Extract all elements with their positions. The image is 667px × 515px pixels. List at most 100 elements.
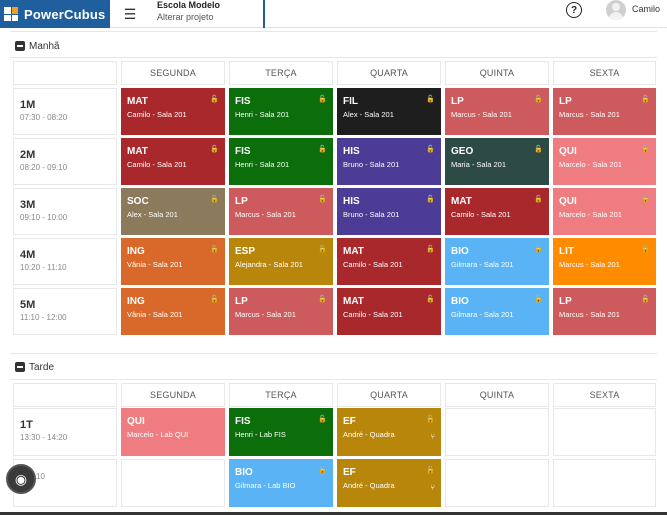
class-slot-geo[interactable]: GEO Maria - Sala 201 🔓 bbox=[445, 138, 549, 185]
class-slot-fil[interactable]: FIL Alex - Sala 201 🔓 bbox=[337, 88, 441, 135]
teacher-room: Camilo - Sala 201 bbox=[343, 260, 403, 269]
class-slot-mat[interactable]: MAT Camilo - Sala 201 🔓 bbox=[121, 138, 225, 185]
help-icon[interactable]: ? bbox=[566, 2, 582, 18]
period-time: 09:10 - 10:00 bbox=[20, 213, 68, 222]
divider bbox=[10, 353, 657, 354]
lock-icon[interactable]: 🔓 bbox=[534, 245, 543, 253]
empty-slot[interactable] bbox=[445, 408, 549, 456]
period-code: 2M bbox=[20, 149, 36, 161]
empty-slot[interactable] bbox=[121, 459, 225, 507]
day-header-terça: TERÇA bbox=[229, 383, 333, 407]
teacher-room: André - Quadra bbox=[343, 430, 395, 439]
class-slot-mat[interactable]: MAT Camilo - Sala 201 🔓 bbox=[337, 288, 441, 335]
lock-icon[interactable]: 🔓 bbox=[210, 195, 219, 203]
class-slot-soc[interactable]: SOC Alex - Sala 201 🔓 bbox=[121, 188, 225, 235]
lock-icon[interactable]: 🔓 bbox=[318, 195, 327, 203]
app-logo-icon bbox=[4, 7, 18, 21]
period-label: 4M 10:20 - 11:10 bbox=[13, 238, 117, 285]
teacher-room: Camilo - Sala 201 bbox=[343, 310, 403, 319]
teacher-room: Marcus - Sala 201 bbox=[235, 310, 296, 319]
lock-icon[interactable]: 🔓 bbox=[426, 466, 435, 474]
share-icon[interactable]: ⑂ bbox=[430, 483, 435, 492]
class-slot-esp[interactable]: ESP Alejandra - Sala 201 🔓 bbox=[229, 238, 333, 285]
class-slot-qui[interactable]: QUI Marcelo - Sala 201 🔓 bbox=[553, 188, 656, 235]
teacher-room: Vânia - Sala 201 bbox=[127, 310, 183, 319]
app-brand[interactable]: PowerCubus bbox=[0, 0, 110, 28]
lock-icon[interactable]: 🔓 bbox=[641, 95, 650, 103]
empty-slot[interactable] bbox=[553, 459, 656, 507]
class-slot-qui[interactable]: QUI Marcelo - Lab QUI bbox=[121, 408, 225, 456]
user-name[interactable]: Camilo bbox=[632, 4, 660, 14]
class-slot-ef[interactable]: EF André - Quadra 🔓 ⑂ bbox=[337, 459, 441, 507]
lock-icon[interactable]: 🔓 bbox=[641, 295, 650, 303]
empty-slot[interactable] bbox=[445, 459, 549, 507]
lock-icon[interactable]: 🔓 bbox=[426, 295, 435, 303]
lock-icon[interactable]: 🔓 bbox=[426, 415, 435, 423]
teacher-room: Maria - Sala 201 bbox=[451, 160, 507, 169]
teacher-room: Alex - Sala 201 bbox=[343, 110, 394, 119]
project-change-link[interactable]: Alterar projeto bbox=[157, 10, 263, 24]
lock-icon[interactable]: 🔓 bbox=[426, 195, 435, 203]
lock-icon[interactable]: 🔓 bbox=[318, 466, 327, 474]
class-slot-ef[interactable]: EF André - Quadra 🔓 ⑂ bbox=[337, 408, 441, 456]
class-slot-mat[interactable]: MAT Camilo - Sala 201 🔓 bbox=[445, 188, 549, 235]
day-header-quarta: QUARTA bbox=[337, 383, 441, 407]
lock-icon[interactable]: 🔓 bbox=[210, 245, 219, 253]
class-slot-lp[interactable]: LP Marcus - Sala 201 🔓 bbox=[553, 88, 656, 135]
class-slot-lp[interactable]: LP Marcus - Sala 201 🔓 bbox=[229, 288, 333, 335]
lock-icon[interactable]: 🔓 bbox=[210, 145, 219, 153]
class-slot-ing[interactable]: ING Vânia - Sala 201 🔓 bbox=[121, 238, 225, 285]
lock-icon[interactable]: 🔓 bbox=[641, 195, 650, 203]
lens-icon[interactable]: ◉ bbox=[6, 464, 36, 494]
empty-slot[interactable] bbox=[553, 408, 656, 456]
class-slot-lp[interactable]: LP Marcus - Sala 201 🔓 bbox=[229, 188, 333, 235]
class-slot-lp[interactable]: LP Marcus - Sala 201 🔓 bbox=[445, 88, 549, 135]
class-slot-bio[interactable]: BIO Gilmara - Sala 201 🔓 bbox=[445, 238, 549, 285]
menu-icon[interactable]: ☰ bbox=[116, 0, 144, 28]
lock-icon[interactable]: 🔓 bbox=[318, 145, 327, 153]
avatar[interactable] bbox=[606, 0, 626, 20]
day-header-segunda: SEGUNDA bbox=[121, 383, 225, 407]
day-header-segunda: SEGUNDA bbox=[121, 61, 225, 85]
lock-icon[interactable]: 🔓 bbox=[534, 95, 543, 103]
class-slot-lp[interactable]: LP Marcus - Sala 201 🔓 bbox=[553, 288, 656, 335]
lock-icon[interactable]: 🔓 bbox=[318, 415, 327, 423]
teacher-room: Henri - Lab FIS bbox=[235, 430, 286, 439]
lock-icon[interactable]: 🔓 bbox=[534, 295, 543, 303]
lock-icon[interactable]: 🔓 bbox=[318, 295, 327, 303]
lock-icon[interactable]: 🔓 bbox=[210, 95, 219, 103]
class-slot-qui[interactable]: QUI Marcelo - Sala 201 🔓 bbox=[553, 138, 656, 185]
class-slot-bio[interactable]: BIO Gilmara - Sala 201 🔓 bbox=[445, 288, 549, 335]
lock-icon[interactable]: 🔓 bbox=[210, 295, 219, 303]
class-slot-fis[interactable]: FIS Henri - Sala 201 🔓 bbox=[229, 88, 333, 135]
share-icon[interactable]: ⑂ bbox=[430, 432, 435, 441]
class-slot-fis[interactable]: FIS Henri - Sala 201 🔓 bbox=[229, 138, 333, 185]
class-slot-bio[interactable]: BIO Gilmara - Lab BIO 🔓 bbox=[229, 459, 333, 507]
lock-icon[interactable]: 🔓 bbox=[318, 95, 327, 103]
lock-icon[interactable]: 🔓 bbox=[426, 95, 435, 103]
day-header-sexta: SEXTA bbox=[553, 61, 656, 85]
lock-icon[interactable]: 🔓 bbox=[534, 195, 543, 203]
section-tarde-header[interactable]: Tarde bbox=[15, 357, 54, 377]
lock-icon[interactable]: 🔓 bbox=[641, 145, 650, 153]
section-manha-header[interactable]: Manhã bbox=[15, 36, 60, 56]
class-slot-his[interactable]: HIS Bruno - Sala 201 🔓 bbox=[337, 188, 441, 235]
lock-icon[interactable]: 🔓 bbox=[426, 145, 435, 153]
class-slot-mat[interactable]: MAT Camilo - Sala 201 🔓 bbox=[121, 88, 225, 135]
class-slot-lit[interactable]: LIT Marcus - Sala 201 🔓 bbox=[553, 238, 656, 285]
lock-icon[interactable]: 🔓 bbox=[318, 245, 327, 253]
lock-icon[interactable]: 🔓 bbox=[534, 145, 543, 153]
class-slot-ing[interactable]: ING Vânia - Sala 201 🔓 bbox=[121, 288, 225, 335]
class-slot-mat[interactable]: MAT Camilo - Sala 201 🔓 bbox=[337, 238, 441, 285]
teacher-room: Vânia - Sala 201 bbox=[127, 260, 183, 269]
project-org: Escola Modelo bbox=[157, 0, 221, 10]
class-slot-fis[interactable]: FIS Henri - Lab FIS 🔓 bbox=[229, 408, 333, 456]
class-slot-his[interactable]: HIS Bruno - Sala 201 🔓 bbox=[337, 138, 441, 185]
lock-icon[interactable]: 🔓 bbox=[426, 245, 435, 253]
grid-corner bbox=[13, 61, 117, 85]
project-switcher[interactable]: Escola Modelo Alterar projeto bbox=[148, 0, 265, 28]
period-time: 13:30 - 14:20 bbox=[20, 433, 68, 442]
collapse-icon[interactable] bbox=[15, 362, 25, 372]
collapse-icon[interactable] bbox=[15, 41, 25, 51]
lock-icon[interactable]: 🔓 bbox=[641, 245, 650, 253]
